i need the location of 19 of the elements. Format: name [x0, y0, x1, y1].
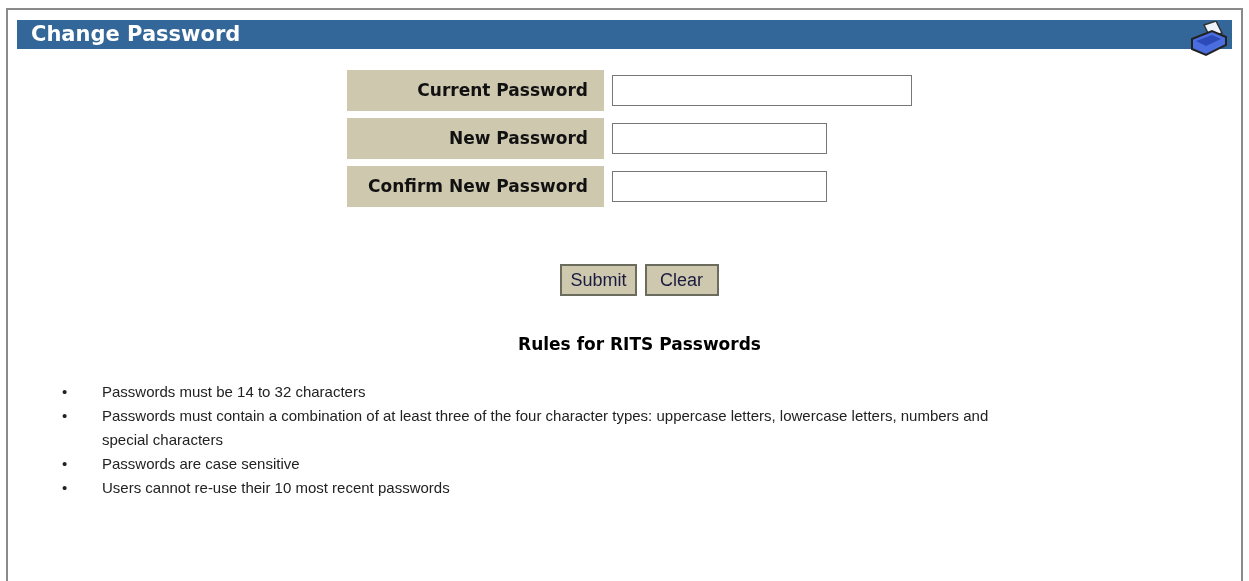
rule-text: Users cannot re-use their 10 most recent passwords: [102, 477, 451, 498]
rules-heading: Rules for RITS Passwords: [517, 333, 762, 356]
field-label: Current Password: [347, 70, 604, 111]
rule-text: Passwords are case sensitive: [102, 453, 301, 474]
bullet: •: [61, 477, 69, 498]
rule-text: Passwords must contain a combination of at least three of the four character types: uppercase letters, lowercase letters, numbers and special characters: [102, 405, 990, 450]
password-field[interactable]: [612, 75, 912, 106]
printer-icon[interactable]: [1188, 20, 1228, 57]
bullet: •: [61, 405, 69, 426]
bullet: •: [61, 453, 69, 474]
field-label: New Password: [347, 118, 604, 159]
password-field[interactable]: [612, 171, 827, 202]
field-label: Confirm New Password: [347, 166, 604, 207]
submit-button[interactable]: Submit: [560, 264, 637, 296]
rule-text: Passwords must be 14 to 32 characters: [102, 381, 367, 402]
clear-button[interactable]: Clear: [644, 264, 719, 296]
password-field[interactable]: [612, 123, 827, 154]
page-title: Change Password: [31, 24, 241, 45]
bullet: •: [61, 381, 69, 402]
